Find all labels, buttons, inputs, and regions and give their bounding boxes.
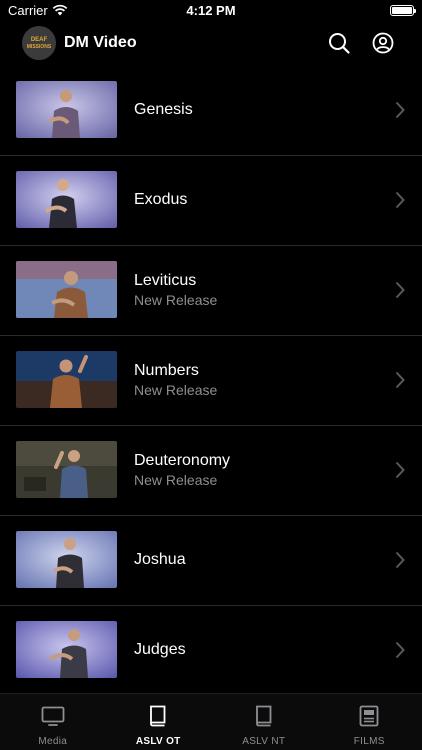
book-list: Genesis Exodus Leviticus New Release Num… (0, 66, 422, 693)
svg-text:MISSIONS: MISSIONS (27, 44, 52, 50)
tab-label: ASLV OT (135, 736, 181, 747)
chevron-right-icon (395, 461, 405, 479)
clock: 4:12 PM (186, 3, 236, 18)
tab-aslv-nt[interactable]: ASLV NT (211, 694, 317, 750)
tv-icon (41, 706, 65, 726)
chevron-right-icon (395, 191, 405, 209)
app-logo: DEAF MISSIONS (22, 26, 56, 60)
chevron-right-icon (395, 101, 405, 119)
list-item[interactable]: Numbers New Release (0, 336, 422, 426)
battery-icon (390, 5, 416, 16)
book-icon (150, 705, 166, 727)
item-title: Deuteronomy (134, 451, 231, 469)
list-item[interactable]: Genesis (0, 66, 422, 156)
video-thumbnail (16, 81, 117, 138)
status-bar: Carrier 4:12 PM (0, 0, 422, 22)
tab-aslv-ot[interactable]: ASLV OT (106, 694, 212, 750)
chevron-right-icon (395, 281, 405, 299)
tab-label: ASLV NT (242, 736, 286, 747)
account-icon[interactable] (372, 32, 394, 54)
item-subtitle: New Release (134, 381, 218, 398)
list-item[interactable]: Judges (0, 606, 422, 693)
item-title: Numbers (134, 361, 199, 379)
video-thumbnail (16, 351, 117, 408)
video-thumbnail (16, 441, 117, 498)
item-title: Joshua (134, 551, 186, 568)
book-icon (255, 705, 272, 727)
film-icon (359, 705, 379, 727)
list-item[interactable]: Joshua (0, 516, 422, 606)
app-title: DM Video (64, 34, 137, 51)
item-title: Judges (134, 641, 186, 658)
tab-bar: Media ASLV OT ASLV NT FILMS (0, 693, 422, 750)
tab-label: FILMS (353, 736, 385, 747)
app-header: DEAF MISSIONS DM Video (0, 22, 422, 66)
video-thumbnail (16, 621, 117, 678)
item-subtitle: New Release (134, 291, 218, 308)
tab-label: Media (38, 736, 68, 747)
item-title: Genesis (134, 101, 193, 118)
item-title: Leviticus (134, 271, 197, 289)
item-title: Exodus (134, 191, 188, 208)
list-item[interactable]: Leviticus New Release (0, 246, 422, 336)
chevron-right-icon (395, 371, 405, 389)
chevron-right-icon (395, 551, 405, 569)
list-item[interactable]: Deuteronomy New Release (0, 426, 422, 516)
item-subtitle: New Release (134, 471, 218, 488)
chevron-right-icon (395, 641, 405, 659)
list-item[interactable]: Exodus (0, 156, 422, 246)
svg-text:DEAF: DEAF (31, 37, 48, 43)
tab-films[interactable]: FILMS (317, 694, 422, 750)
video-thumbnail (16, 171, 117, 228)
search-icon[interactable] (328, 32, 350, 54)
video-thumbnail (16, 531, 117, 588)
video-thumbnail (16, 261, 117, 318)
tab-media[interactable]: Media (0, 694, 106, 750)
